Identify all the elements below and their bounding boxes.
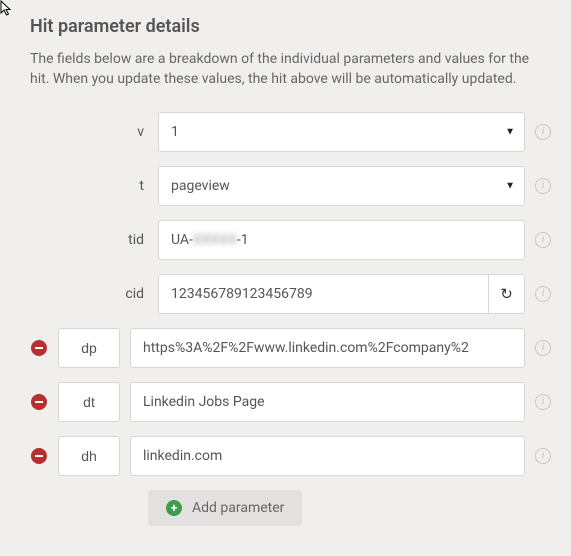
tid-input[interactable]: UA-XXXXX-1 <box>158 220 525 260</box>
param-label-cid: cid <box>58 286 148 302</box>
param-key-input[interactable] <box>58 382 120 422</box>
tid-prefix: UA- <box>171 232 193 248</box>
refresh-button[interactable]: ↻ <box>489 274 525 314</box>
tid-suffix: -1 <box>237 232 249 248</box>
info-icon[interactable]: i <box>535 124 551 140</box>
minus-icon <box>35 347 43 349</box>
info-icon[interactable]: i <box>535 232 551 248</box>
mouse-cursor <box>0 0 14 18</box>
param-key-input[interactable] <box>58 328 120 368</box>
param-label-t: t <box>58 178 148 194</box>
v-select[interactable]: 1 <box>158 112 525 152</box>
add-parameter-button[interactable]: + Add parameter <box>148 490 302 526</box>
page-title: Hit parameter details <box>30 16 551 37</box>
info-icon[interactable]: i <box>535 178 551 194</box>
info-icon[interactable]: i <box>535 340 551 356</box>
param-value-input[interactable] <box>130 382 525 422</box>
param-value-input[interactable] <box>130 436 525 476</box>
t-select[interactable]: pageview <box>158 166 525 206</box>
info-icon[interactable]: i <box>535 394 551 410</box>
refresh-icon: ↻ <box>500 285 513 303</box>
cid-input[interactable] <box>158 274 489 314</box>
param-value-input[interactable] <box>130 328 525 368</box>
remove-button[interactable] <box>31 394 47 410</box>
tid-redacted: XXXXX <box>193 232 237 248</box>
info-icon[interactable]: i <box>535 448 551 464</box>
remove-button[interactable] <box>31 448 47 464</box>
add-parameter-label: Add parameter <box>192 500 284 516</box>
param-label-tid: tid <box>58 232 148 248</box>
plus-icon: + <box>166 500 182 516</box>
remove-button[interactable] <box>31 340 47 356</box>
info-icon[interactable]: i <box>535 286 551 302</box>
minus-icon <box>35 455 43 457</box>
param-label-v: v <box>58 124 148 140</box>
param-key-input[interactable] <box>58 436 120 476</box>
minus-icon <box>35 401 43 403</box>
page-description: The fields below are a breakdown of the … <box>30 49 551 90</box>
